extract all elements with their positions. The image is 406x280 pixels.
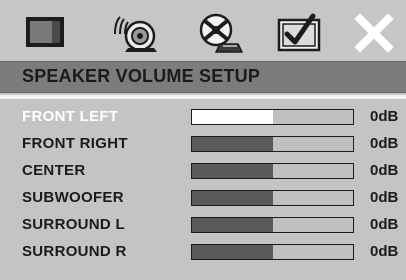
speaker-label: FRONT RIGHT bbox=[22, 135, 128, 152]
speaker-label: SURROUND L bbox=[22, 216, 125, 233]
volume-level-bar[interactable] bbox=[191, 244, 354, 260]
volume-level-fill bbox=[192, 191, 273, 205]
speaker-label: SURROUND R bbox=[22, 243, 127, 260]
volume-value: 0dB bbox=[370, 108, 399, 125]
volume-value: 0dB bbox=[370, 189, 399, 206]
volume-level-bar[interactable] bbox=[191, 136, 354, 152]
exit-icon[interactable] bbox=[348, 10, 400, 56]
speaker-row[interactable]: FRONT LEFT 0dB bbox=[0, 105, 406, 132]
volume-level-fill bbox=[192, 245, 273, 259]
setup-title-bar: SPEAKER VOLUME SETUP bbox=[0, 61, 406, 93]
audio-setup-icon[interactable] bbox=[110, 10, 162, 56]
volume-level-fill bbox=[192, 137, 273, 151]
setup-tab-bar bbox=[0, 0, 406, 66]
volume-value: 0dB bbox=[370, 135, 399, 152]
speaker-row[interactable]: FRONT RIGHT 0dB bbox=[0, 132, 406, 159]
speaker-level-list: FRONT LEFT 0dB FRONT RIGHT 0dB CENTER 0dB SUBW… bbox=[0, 105, 406, 267]
volume-level-bar[interactable] bbox=[191, 217, 354, 233]
volume-level-bar[interactable] bbox=[191, 163, 354, 179]
preference-setup-icon[interactable] bbox=[273, 10, 325, 56]
speaker-label: SUBWOOFER bbox=[22, 189, 124, 206]
volume-value: 0dB bbox=[370, 162, 399, 179]
volume-level-fill bbox=[192, 110, 273, 124]
volume-level-bar[interactable] bbox=[191, 190, 354, 206]
page-title: SPEAKER VOLUME SETUP bbox=[22, 66, 261, 86]
volume-level-fill bbox=[192, 164, 273, 178]
speaker-row[interactable]: SURROUND R 0dB bbox=[0, 240, 406, 267]
speaker-row[interactable]: SUBWOOFER 0dB bbox=[0, 186, 406, 213]
speaker-volume-setup-screen: SPEAKER VOLUME SETUP FRONT LEFT 0dB FRONT … bbox=[0, 0, 406, 280]
title-separator bbox=[0, 95, 406, 99]
speaker-row[interactable]: CENTER 0dB bbox=[0, 159, 406, 186]
volume-value: 0dB bbox=[370, 216, 399, 233]
speaker-row[interactable]: SURROUND L 0dB bbox=[0, 213, 406, 240]
speaker-label: CENTER bbox=[22, 162, 86, 179]
volume-level-fill bbox=[192, 218, 273, 232]
volume-level-bar[interactable] bbox=[191, 109, 354, 125]
speaker-label: FRONT LEFT bbox=[22, 108, 119, 125]
disc-setup-icon[interactable] bbox=[192, 10, 244, 56]
video-setup-icon[interactable] bbox=[20, 10, 72, 56]
volume-value: 0dB bbox=[370, 243, 399, 260]
